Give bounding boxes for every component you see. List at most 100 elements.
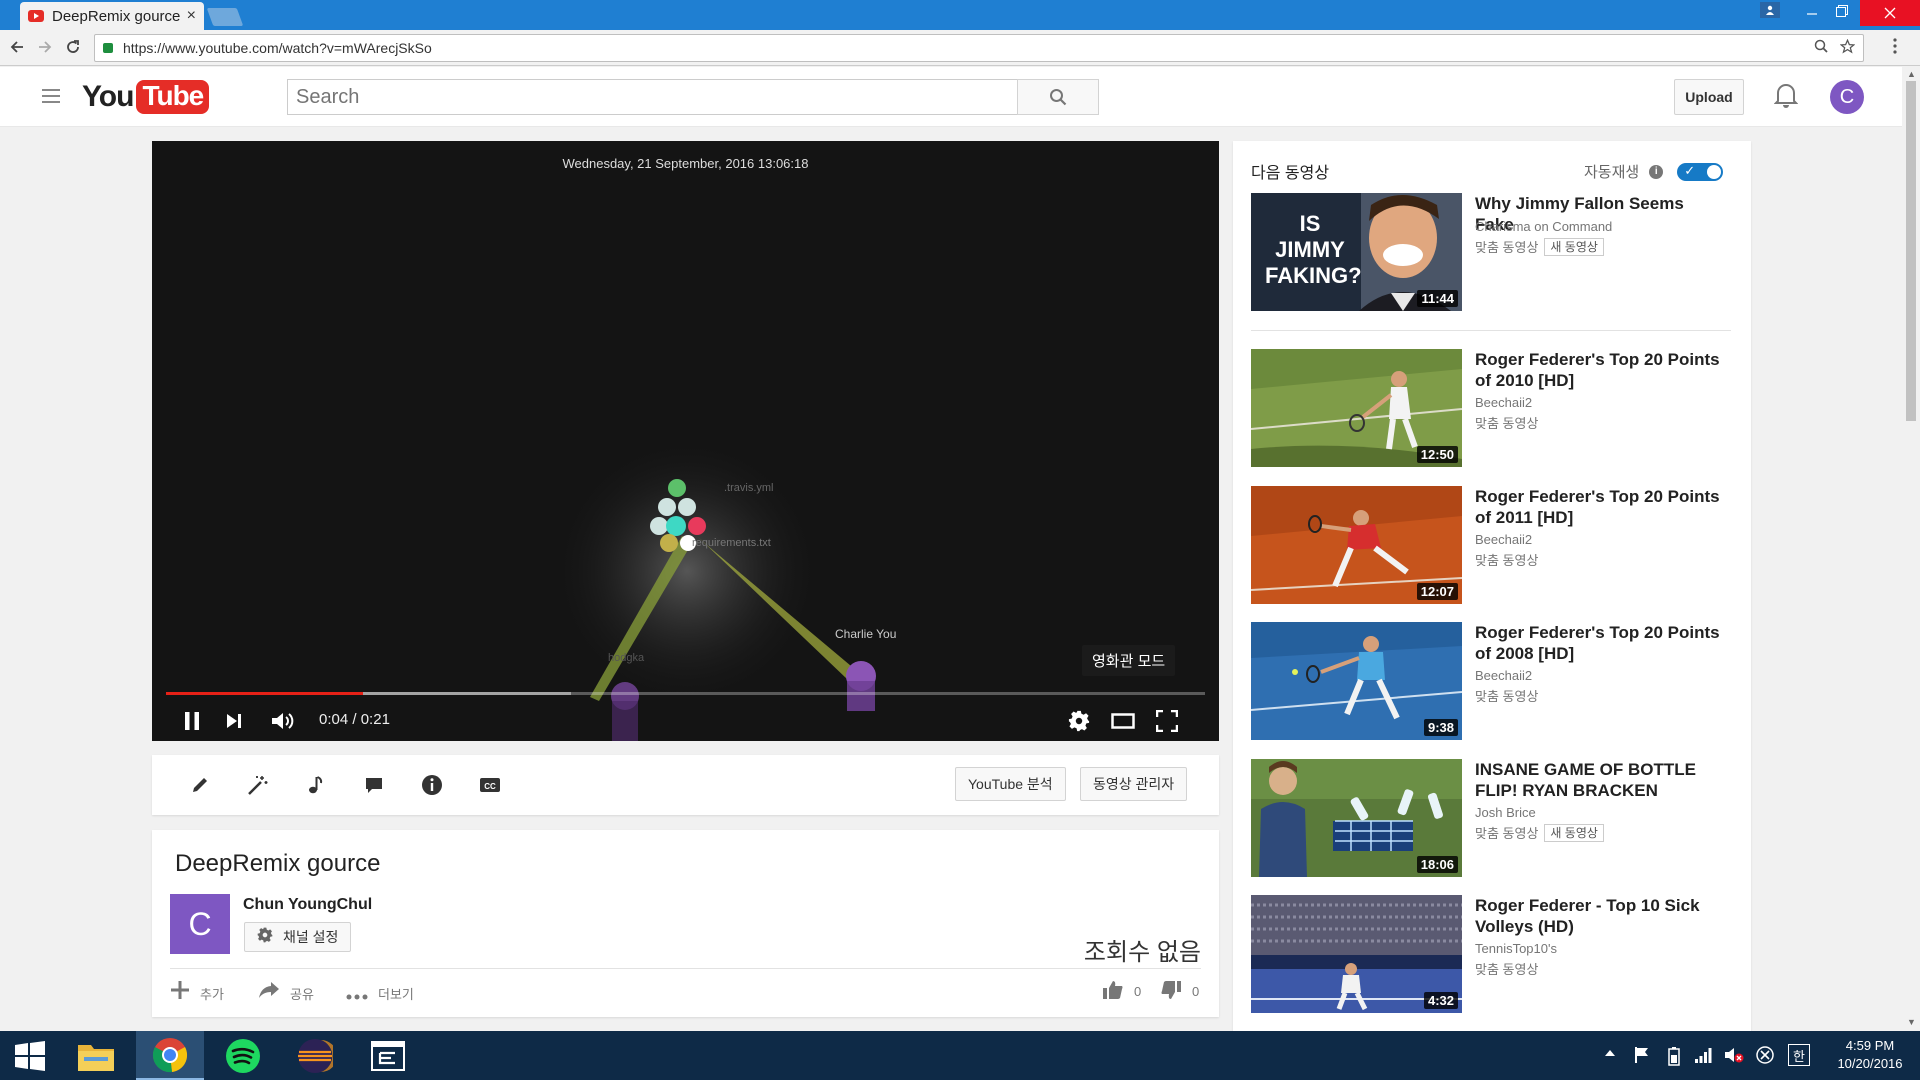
profile-icon[interactable]: [1760, 2, 1780, 18]
video-player[interactable]: .travis.yml requirements.txt Charlie You…: [152, 141, 1219, 741]
browser-tab[interactable]: DeepRemix gource ×: [20, 2, 204, 30]
view-count: 조회수 없음: [1083, 939, 1201, 966]
show-hidden-icons-icon[interactable]: [1604, 1046, 1616, 1062]
video-channel[interactable]: Beechaii2: [1475, 668, 1532, 683]
time-current: 0:04: [319, 711, 349, 728]
add-to-button[interactable]: 추가: [170, 980, 224, 1006]
recommended-video[interactable]: 12:50 Roger Federer's Top 20 Points of 2…: [1251, 349, 1731, 467]
tab-close-icon[interactable]: ×: [187, 7, 196, 25]
eclipse-icon[interactable]: [285, 1031, 345, 1080]
info-icon[interactable]: i: [1649, 164, 1664, 179]
video-channel[interactable]: Beechaii2: [1475, 395, 1532, 410]
enhancements-wand-icon[interactable]: [246, 773, 270, 797]
share-button[interactable]: 공유: [258, 980, 314, 1006]
scroll-up-arrow-icon[interactable]: ▲: [1907, 69, 1916, 79]
guide-menu-icon[interactable]: [42, 89, 60, 103]
close-window-button[interactable]: [1860, 0, 1920, 26]
address-bar[interactable]: https://www.youtube.com/watch?v=mWArecjS…: [94, 34, 1864, 62]
video-title-link[interactable]: Roger Federer's Top 20 Points of 2008 [H…: [1475, 622, 1725, 664]
progress-bar[interactable]: [166, 692, 1205, 695]
ime-indicator[interactable]: 한: [1788, 1044, 1810, 1066]
video-title-link[interactable]: INSANE GAME OF BOTTLE FLIP! RYAN BRACKEN: [1475, 759, 1725, 801]
spotify-icon[interactable]: [213, 1031, 273, 1080]
thumbnail-text: IS JIMMY FAKING?: [1265, 211, 1362, 288]
video-title-link[interactable]: Roger Federer - Top 10 Sick Volleys (HD): [1475, 895, 1725, 937]
next-button[interactable]: [220, 703, 248, 739]
video-thumbnail[interactable]: 4:32: [1251, 895, 1462, 1013]
autoplay-divider: [1251, 330, 1731, 331]
chrome-icon[interactable]: [136, 1031, 204, 1080]
recommended-video[interactable]: 12:07 Roger Federer's Top 20 Points of 2…: [1251, 486, 1731, 604]
zoom-icon[interactable]: [1814, 39, 1828, 57]
forward-arrow-icon[interactable]: [34, 36, 56, 58]
new-tab-button[interactable]: [206, 8, 244, 26]
video-meta: 맞춤 동영상 새 동영상: [1475, 823, 1604, 842]
youtube-logo[interactable]: You Tube: [82, 80, 210, 114]
recommended-video[interactable]: 4:32 Roger Federer - Top 10 Sick Volleys…: [1251, 895, 1731, 1013]
video-thumbnail[interactable]: IS JIMMY FAKING? 11:44: [1251, 193, 1462, 311]
search-button[interactable]: [1017, 79, 1099, 115]
volume-icon[interactable]: [267, 703, 299, 739]
page-scrollbar[interactable]: ▲ ▼: [1902, 67, 1920, 1031]
notifications-bell-icon[interactable]: [1773, 81, 1799, 111]
battery-icon[interactable]: [1668, 1046, 1680, 1069]
video-title-link[interactable]: Roger Federer's Top 20 Points of 2011 [H…: [1475, 486, 1725, 528]
dislike-button[interactable]: 0: [1160, 980, 1199, 1003]
youtube-analytics-button[interactable]: YouTube 분석: [955, 767, 1066, 801]
video-channel[interactable]: TennisTop10's: [1475, 941, 1557, 956]
recommended-video[interactable]: 9:38 Roger Federer's Top 20 Points of 20…: [1251, 622, 1731, 740]
video-thumbnail[interactable]: 18:06: [1251, 759, 1462, 877]
scroll-down-arrow-icon[interactable]: ▼: [1907, 1017, 1916, 1027]
recommended-video[interactable]: 18:06 INSANE GAME OF BOTTLE FLIP! RYAN B…: [1251, 759, 1731, 877]
annotations-comment-icon[interactable]: [362, 773, 386, 797]
more-button[interactable]: 더보기: [346, 980, 414, 1006]
chrome-menu-icon[interactable]: [1893, 38, 1897, 59]
video-title-link[interactable]: Roger Federer's Top 20 Points of 2010 [H…: [1475, 349, 1725, 391]
back-arrow-icon[interactable]: [6, 36, 28, 58]
pause-button[interactable]: [178, 703, 206, 739]
video-thumbnail[interactable]: 9:38: [1251, 622, 1462, 740]
video-manager-button[interactable]: 동영상 관리자: [1080, 767, 1188, 801]
fullscreen-button[interactable]: [1152, 703, 1182, 739]
new-badge: 새 동영상: [1544, 823, 1604, 842]
more-label: 더보기: [378, 986, 414, 1002]
terminal-app-icon[interactable]: [358, 1031, 418, 1080]
check-icon: ✓: [1684, 162, 1696, 178]
video-thumbnail[interactable]: 12:07: [1251, 486, 1462, 604]
video-thumbnail[interactable]: 12:50: [1251, 349, 1462, 467]
scrollbar-thumb[interactable]: [1906, 81, 1916, 421]
search-input[interactable]: [287, 79, 1018, 115]
info-cards-icon[interactable]: [420, 773, 444, 797]
edit-pencil-icon[interactable]: [188, 773, 212, 797]
video-duration: 18:06: [1416, 856, 1458, 873]
like-button[interactable]: 0: [1102, 980, 1141, 1003]
tab-title: DeepRemix gource: [52, 7, 181, 25]
file-explorer-icon[interactable]: [66, 1031, 126, 1080]
recommended-video[interactable]: IS JIMMY FAKING? 11:44 Why Jimmy Fallon …: [1251, 193, 1731, 311]
secure-lock-icon: [103, 43, 113, 53]
action-flag-icon[interactable]: [1634, 1046, 1650, 1067]
channel-avatar[interactable]: C: [170, 894, 230, 954]
channel-name[interactable]: Chun YoungChul: [243, 896, 372, 914]
reload-icon[interactable]: [62, 36, 84, 58]
url-text: https://www.youtube.com/watch?v=mWArecjS…: [123, 40, 432, 56]
account-avatar[interactable]: C: [1830, 80, 1864, 114]
theater-mode-button[interactable]: [1108, 703, 1138, 739]
channel-settings-button[interactable]: 채널 설정: [244, 922, 352, 952]
settings-gear-icon[interactable]: [1065, 703, 1093, 739]
video-channel[interactable]: Charisma on Command: [1475, 219, 1612, 234]
volume-muted-icon[interactable]: [1724, 1046, 1744, 1067]
notification-blocked-icon[interactable]: [1756, 1046, 1774, 1067]
network-signal-icon[interactable]: [1694, 1046, 1712, 1067]
autoplay-toggle[interactable]: ✓: [1677, 162, 1724, 181]
up-next-sidebar: 다음 동영상 자동재생 i ✓ IS JIMMY FAKING? 11:44 W…: [1233, 141, 1751, 1031]
video-channel[interactable]: Josh Brice: [1475, 805, 1536, 820]
upload-button[interactable]: Upload: [1674, 79, 1744, 115]
video-channel[interactable]: Beechaii2: [1475, 532, 1532, 547]
system-clock[interactable]: 4:59 PM 10/20/2016: [1830, 1037, 1910, 1073]
bookmark-star-icon[interactable]: [1839, 38, 1856, 58]
windows-start-icon[interactable]: [0, 1031, 60, 1080]
audio-note-icon[interactable]: [304, 773, 328, 797]
subtitles-cc-icon[interactable]: CC: [478, 773, 502, 797]
restore-button[interactable]: [1822, 0, 1862, 22]
